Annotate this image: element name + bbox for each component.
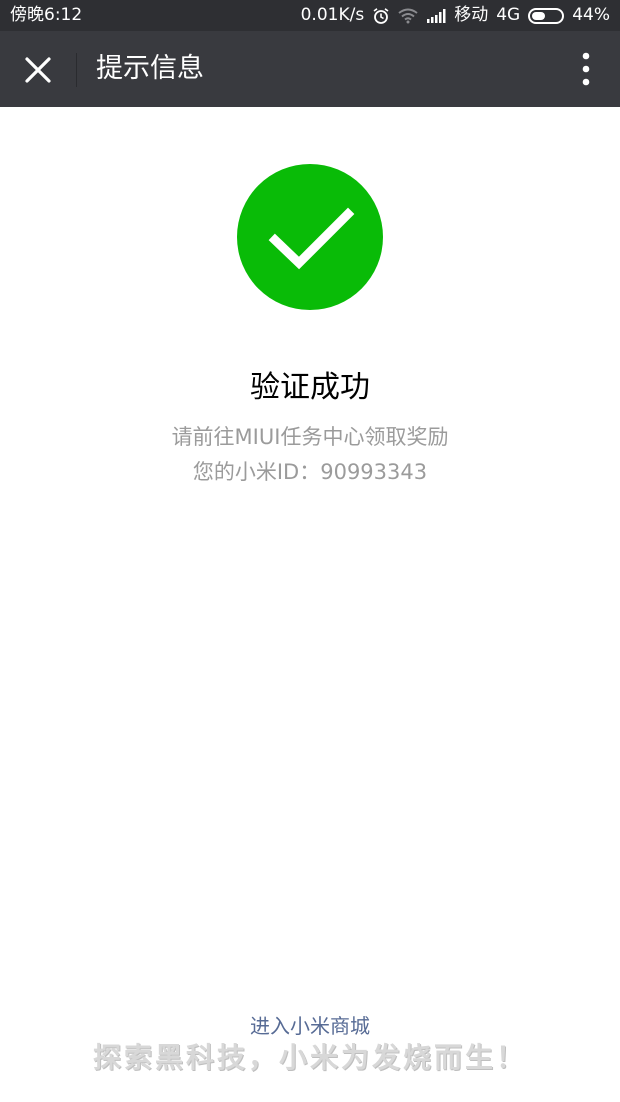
- reward-message: 请前往MIUI任务中心领取奖励: [171, 425, 449, 449]
- alarm-icon: [372, 7, 390, 25]
- close-button[interactable]: [18, 50, 58, 90]
- more-vertical-icon: [582, 52, 590, 86]
- battery-icon: [528, 7, 565, 24]
- more-button[interactable]: [576, 49, 596, 89]
- network-speed: 0.01K/s: [300, 5, 365, 25]
- status-right-group: 0.01K/s 移动 4G 44%: [301, 0, 610, 31]
- carrier-name: 移动: [454, 5, 489, 25]
- check-circle-icon: [237, 164, 383, 310]
- app-bar: 提示信息: [0, 31, 620, 107]
- status-bar: 傍晚6:12 0.01K/s 移动 4G 44%: [0, 0, 620, 31]
- network-type: 4G: [496, 5, 521, 25]
- user-id-text: 您的小米ID：90993343: [192, 460, 428, 484]
- wifi-icon: [398, 8, 418, 24]
- battery-percent: 44%: [572, 5, 610, 25]
- status-time: 傍晚6:12: [10, 5, 83, 25]
- close-icon: [25, 57, 51, 83]
- enter-mi-store-link[interactable]: 进入小米商城: [0, 1010, 620, 1039]
- signal-icon: [426, 8, 446, 23]
- watermark-text: 探索黑科技，小米为发烧而生！: [92, 1041, 527, 1074]
- app-bar-divider: [76, 53, 77, 87]
- page-title: 提示信息: [96, 53, 204, 84]
- success-heading: 验证成功: [250, 370, 370, 405]
